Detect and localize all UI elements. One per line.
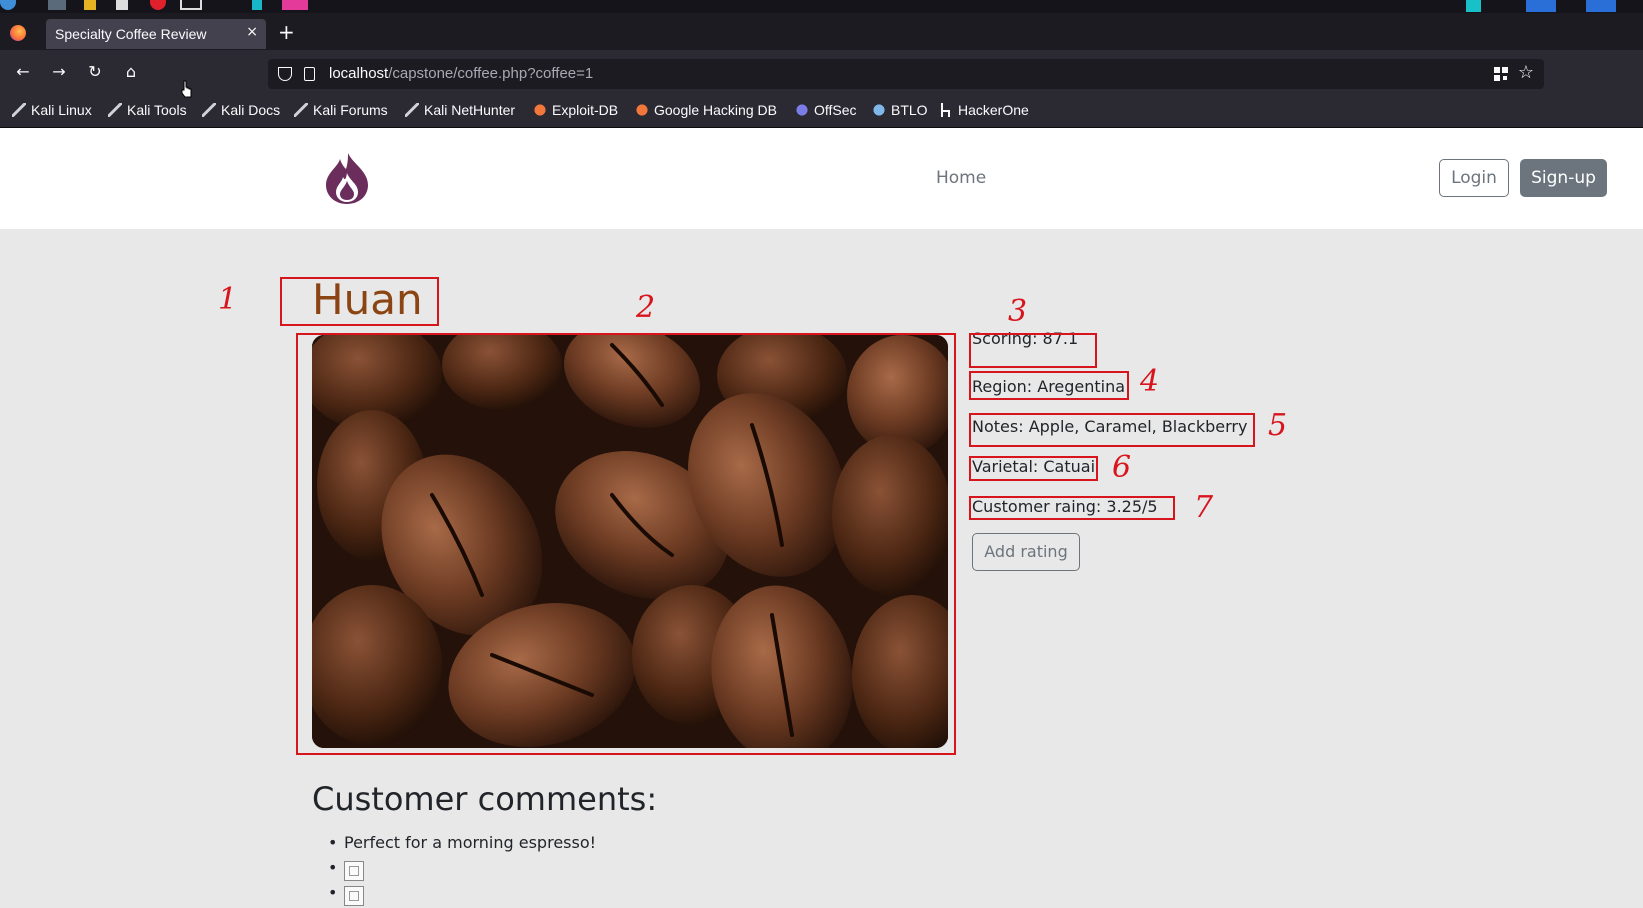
bookmark-google-hacking-db[interactable]: Google Hacking DB	[635, 102, 777, 118]
bookmark-label: BTLO	[891, 102, 928, 118]
app-icon[interactable]	[84, 0, 96, 10]
bookmark-btlo[interactable]: BTLO	[872, 102, 928, 118]
comment-item	[312, 883, 596, 908]
tab-title: Specialty Coffee Review	[55, 26, 207, 42]
coffee-title: Huan	[312, 275, 423, 324]
firefox-icon[interactable]	[10, 25, 26, 41]
region-text: Region: Aregentina	[972, 377, 1126, 396]
coffee-beans-illustration	[312, 335, 948, 748]
customer-rating-text: Customer raing: 3.25/5	[972, 497, 1158, 516]
bookmark-label: Kali NetHunter	[424, 102, 516, 118]
bookmarks-bar: Kali Linux Kali Tools Kali Docs Kali For…	[0, 94, 1643, 128]
comments-heading: Customer comments:	[312, 780, 658, 818]
qr-code-icon[interactable]	[1494, 67, 1508, 81]
bookmark-label: Google Hacking DB	[654, 102, 777, 118]
url-text[interactable]: localhost/capstone/coffee.php?coffee=1	[329, 65, 593, 82]
bookmark-label: Kali Forums	[313, 102, 388, 118]
bookmark-star-icon[interactable]: ☆	[1518, 62, 1534, 83]
bookmark-hackerone[interactable]: HackerOne	[939, 102, 1029, 118]
app-icon[interactable]	[150, 0, 166, 10]
url-bar[interactable]: localhost/capstone/coffee.php?coffee=1 ☆	[268, 59, 1544, 89]
notes-text: Notes: Apple, Caramel, Blackberry	[972, 417, 1248, 436]
shield-icon[interactable]	[278, 67, 292, 81]
kali-icon	[108, 103, 122, 117]
annotation-number: 2	[636, 290, 656, 325]
url-host: localhost	[329, 65, 389, 82]
add-rating-button[interactable]: Add rating	[972, 533, 1080, 571]
annotation-number: 6	[1112, 450, 1132, 485]
system-taskbar	[0, 0, 1643, 13]
bookmark-label: Exploit-DB	[552, 102, 619, 118]
nav-home-link[interactable]: Home	[936, 168, 986, 188]
bookmark-label: Kali Docs	[221, 102, 281, 118]
bookmark-offsec[interactable]: OffSec	[795, 102, 857, 118]
annotation-number: 5	[1268, 408, 1288, 443]
bookmark-kali-docs[interactable]: Kali Docs	[202, 102, 280, 118]
bookmark-kali-tools[interactable]: Kali Tools	[108, 102, 187, 118]
cpu-graph	[1466, 0, 1616, 12]
app-icon[interactable]	[116, 0, 128, 10]
app-icon[interactable]	[282, 0, 308, 10]
kali-icon	[294, 103, 308, 117]
home-button[interactable]: ⌂	[119, 60, 143, 84]
annotation-number: 1	[218, 282, 238, 317]
kali-icon	[12, 103, 26, 117]
offsec-icon	[795, 103, 809, 117]
page-icon	[304, 67, 315, 81]
login-button[interactable]: Login	[1439, 159, 1509, 197]
bookmark-kali-linux[interactable]: Kali Linux	[12, 102, 92, 118]
tab-bar: Specialty Coffee Review × +	[0, 13, 1643, 50]
app-icon[interactable]	[252, 0, 262, 10]
bookmark-label: Kali Tools	[127, 102, 187, 118]
reload-button[interactable]: ↻	[83, 60, 107, 84]
app-icon[interactable]	[48, 0, 66, 10]
annotation-number: 4	[1140, 364, 1160, 399]
bookmark-label: Kali Linux	[31, 102, 92, 118]
broken-image-icon	[344, 861, 364, 881]
app-icon[interactable]	[180, 0, 202, 10]
kali-icon	[405, 103, 419, 117]
bookmark-kali-forums[interactable]: Kali Forums	[294, 102, 388, 118]
browser-tab[interactable]: Specialty Coffee Review ×	[46, 19, 266, 49]
site-header	[0, 128, 1643, 229]
close-icon[interactable]: ×	[246, 24, 258, 40]
hackerone-icon	[939, 103, 953, 117]
hand-cursor-icon	[181, 80, 192, 98]
varietal-text: Varietal: Catuai	[972, 457, 1096, 476]
comment-item	[312, 858, 596, 883]
url-path: /capstone/coffee.php?coffee=1	[388, 65, 594, 82]
annotation-number: 3	[1008, 294, 1028, 329]
scoring-text: Scoring: 87.1	[972, 329, 1079, 348]
kali-icon	[202, 103, 216, 117]
forward-button[interactable]: →	[47, 60, 71, 84]
comment-item: Perfect for a morning espresso!	[312, 833, 596, 858]
btlo-icon	[872, 103, 886, 117]
annotation-number: 7	[1194, 490, 1214, 525]
bookmark-kali-nethunter[interactable]: Kali NetHunter	[405, 102, 515, 118]
bookmark-exploit-db[interactable]: Exploit-DB	[533, 102, 618, 118]
new-tab-button[interactable]: +	[278, 22, 295, 42]
comments-list: Perfect for a morning espresso!	[312, 833, 596, 908]
back-button[interactable]: ←	[11, 60, 35, 84]
exploit-db-icon	[635, 103, 649, 117]
exploit-db-icon	[533, 103, 547, 117]
broken-image-icon	[344, 886, 364, 906]
coffee-beans-image	[312, 335, 948, 748]
signup-button[interactable]: Sign-up	[1520, 159, 1607, 197]
bookmark-label: OffSec	[814, 102, 857, 118]
flame-logo-icon[interactable]	[324, 151, 370, 205]
app-icon[interactable]	[0, 0, 16, 10]
comment-text: Perfect for a morning espresso!	[344, 833, 597, 852]
bookmark-label: HackerOne	[958, 102, 1029, 118]
